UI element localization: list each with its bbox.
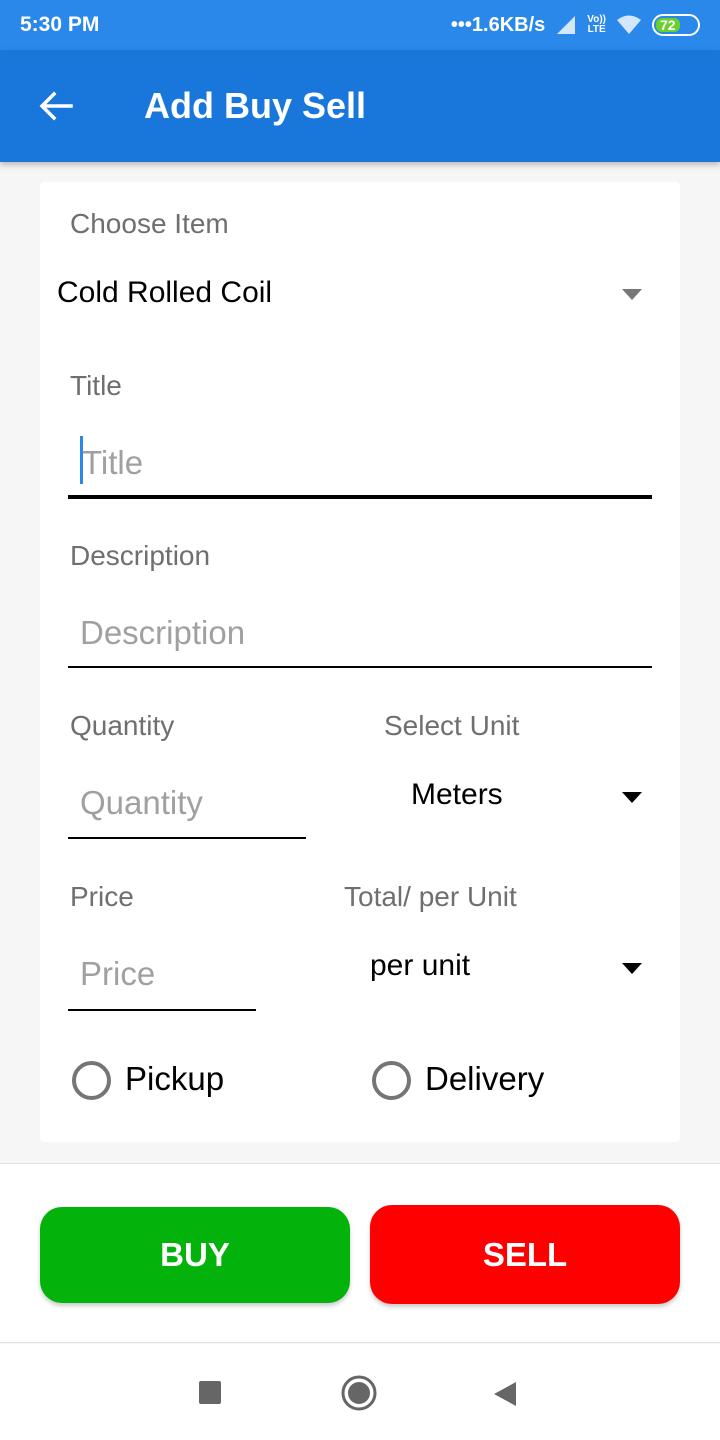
quantity-placeholder: Quantity <box>80 784 203 821</box>
price-placeholder: Price <box>80 955 156 992</box>
app-bar: Add Buy Sell <box>0 50 720 162</box>
recents-square-icon[interactable] <box>198 1380 222 1406</box>
title-underline <box>68 495 652 499</box>
delivery-radio[interactable]: Delivery <box>370 1052 630 1108</box>
select-unit-label: Select Unit <box>384 710 520 741</box>
price-underline <box>68 1009 256 1011</box>
sell-button[interactable]: SELL <box>370 1205 680 1304</box>
description-input[interactable]: Description <box>68 602 652 670</box>
buy-button-label: BUY <box>160 1236 230 1273</box>
quantity-underline <box>68 837 306 839</box>
choose-item-label: Choose Item <box>70 208 229 239</box>
price-type-dropdown[interactable]: per unit <box>360 937 660 1001</box>
battery-icon: 72 <box>652 14 700 36</box>
description-label: Description <box>70 540 211 571</box>
price-label: Price <box>70 881 134 912</box>
page-title: Add Buy Sell <box>144 85 367 126</box>
status-bar: 5:30 PM •••1.6KB/s Vo)) LTE 72 <box>0 0 720 50</box>
back-triangle-icon[interactable] <box>492 1380 518 1408</box>
quantity-label: Quantity <box>70 710 175 741</box>
price-type-value: per unit <box>370 949 471 982</box>
choose-item-value: Cold Rolled Coil <box>57 276 273 309</box>
form-card: Choose Item Cold Rolled Coil Title Title… <box>40 182 680 1142</box>
battery-level: 72 <box>656 18 680 32</box>
dropdown-arrow-icon <box>622 963 642 974</box>
title-label: Title <box>70 370 122 401</box>
radio-circle-icon <box>372 1061 411 1100</box>
description-placeholder: Description <box>80 614 246 651</box>
sell-button-label: SELL <box>482 1235 568 1273</box>
dropdown-arrow-icon <box>622 289 642 300</box>
description-underline <box>68 666 652 668</box>
cell-signal-icon <box>557 16 576 34</box>
system-nav-bar <box>0 1344 720 1440</box>
action-panel: BUY SELL <box>0 1163 720 1343</box>
status-time: 5:30 PM <box>20 13 100 36</box>
network-speed: •••1.6KB/s <box>450 13 546 36</box>
status-icons: •••1.6KB/s Vo)) LTE 72 <box>451 14 700 37</box>
pickup-label: Pickup <box>125 1060 225 1097</box>
dropdown-arrow-icon <box>622 792 642 803</box>
volte-bottom-text: LTE <box>587 24 606 35</box>
quantity-input[interactable]: Quantity <box>68 772 306 840</box>
wifi-icon <box>617 15 641 34</box>
buy-button[interactable]: BUY <box>40 1207 350 1303</box>
title-input[interactable]: Title <box>68 432 652 500</box>
delivery-label: Delivery <box>425 1060 545 1097</box>
volte-icon: Vo)) LTE <box>587 15 606 35</box>
choose-item-dropdown[interactable]: Cold Rolled Coil <box>40 262 680 326</box>
unit-value: Meters <box>411 778 503 811</box>
unit-dropdown[interactable]: Meters <box>380 766 660 830</box>
back-button[interactable] <box>28 78 84 134</box>
home-circle-icon[interactable] <box>340 1374 378 1412</box>
pickup-radio[interactable]: Pickup <box>70 1052 310 1108</box>
radio-circle-icon <box>72 1061 111 1100</box>
price-type-label: Total/ per Unit <box>344 881 517 912</box>
arrow-left-icon <box>39 91 73 121</box>
title-placeholder: Title <box>82 444 144 481</box>
price-input[interactable]: Price <box>68 943 256 1011</box>
